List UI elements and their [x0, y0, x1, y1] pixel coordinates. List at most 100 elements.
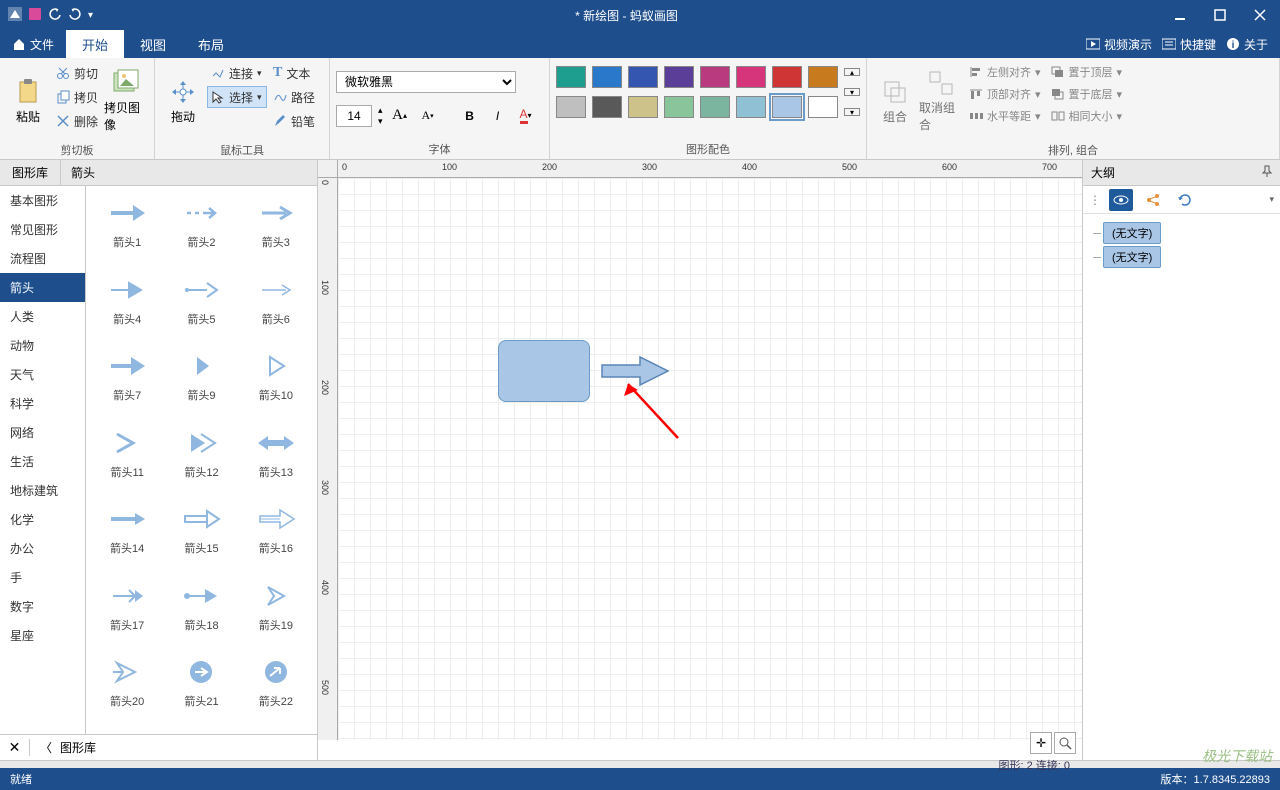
canvas[interactable] [338, 178, 1082, 740]
panel-back-button[interactable]: 〈图形库 [30, 739, 317, 756]
color-swatch[interactable] [556, 66, 586, 88]
copy-image-button[interactable]: 拷贝图像 [104, 62, 148, 140]
panel-close-button[interactable]: ✕ [0, 739, 30, 756]
outline-item-1[interactable]: (无文字) [1103, 222, 1161, 244]
color-swatch[interactable] [700, 96, 730, 118]
italic-button[interactable]: I [487, 105, 509, 127]
menu-start[interactable]: 开始 [66, 30, 124, 58]
color-swatch[interactable] [772, 66, 802, 88]
bring-front-button[interactable]: 置于顶层 ▾ [1047, 62, 1127, 82]
pin-icon[interactable] [1262, 165, 1272, 180]
shape-item[interactable]: 箭头19 [239, 577, 313, 650]
shape-item[interactable]: 箭头15 [164, 500, 238, 573]
size-spinner[interactable]: ▴▾ [378, 105, 383, 127]
shape-item[interactable]: 箭头10 [239, 347, 313, 420]
close-button[interactable] [1240, 0, 1280, 30]
about-link[interactable]: i关于 [1226, 36, 1268, 53]
shape-item[interactable]: 箭头21 [164, 653, 238, 726]
video-demo-link[interactable]: 视频演示 [1086, 36, 1152, 53]
font-color-button[interactable]: A ▾ [515, 105, 537, 127]
text-button[interactable]: T文本 [269, 62, 323, 84]
menu-file[interactable]: 文件 [0, 30, 66, 58]
shape-item[interactable]: 箭头6 [239, 271, 313, 344]
menu-view[interactable]: 视图 [124, 30, 182, 58]
category-item[interactable]: 化学 [0, 505, 85, 534]
outline-item-2[interactable]: (无文字) [1103, 246, 1161, 268]
shape-item[interactable]: 箭头1 [90, 194, 164, 267]
zoom-button[interactable] [1054, 732, 1076, 754]
pencil-button[interactable]: 铅笔 [269, 110, 323, 132]
shape-item[interactable]: 箭头9 [164, 347, 238, 420]
combine-button[interactable]: 组合 [873, 62, 917, 140]
category-item[interactable]: 办公 [0, 534, 85, 563]
category-item[interactable]: 基本图形 [0, 186, 85, 215]
shape-item[interactable]: 箭头5 [164, 271, 238, 344]
connect-button[interactable]: 连接 ▾ [207, 62, 267, 84]
uncombine-button[interactable]: 取消组合 [919, 62, 963, 140]
category-item[interactable]: 人类 [0, 302, 85, 331]
color-swatch[interactable] [736, 66, 766, 88]
color-swatch[interactable] [664, 66, 694, 88]
color-swatch[interactable] [700, 66, 730, 88]
maximize-button[interactable] [1200, 0, 1240, 30]
category-item[interactable]: 生活 [0, 447, 85, 476]
delete-button[interactable]: 删除 [52, 110, 102, 132]
shape-item[interactable]: 箭头16 [239, 500, 313, 573]
category-item[interactable]: 动物 [0, 331, 85, 360]
color-swatch[interactable] [664, 96, 694, 118]
canvas-shape-rect[interactable] [498, 340, 590, 402]
category-item[interactable]: 箭头 [0, 273, 85, 302]
color-more-button[interactable]: ▾ [844, 108, 860, 116]
category-item[interactable]: 流程图 [0, 244, 85, 273]
category-item[interactable]: 常见图形 [0, 215, 85, 244]
share-view-button[interactable] [1141, 189, 1165, 211]
category-item[interactable]: 手 [0, 563, 85, 592]
minimize-button[interactable] [1160, 0, 1200, 30]
h-distribute-button[interactable]: 水平等距 ▾ [965, 106, 1045, 126]
save-icon[interactable] [28, 7, 42, 24]
shape-item[interactable]: 箭头2 [164, 194, 238, 267]
shrink-font-button[interactable]: A▾ [417, 105, 439, 127]
drag-handle-icon[interactable]: ⋮ [1089, 193, 1101, 207]
shape-item[interactable]: 箭头13 [239, 424, 313, 497]
paste-button[interactable]: 粘贴 [6, 62, 50, 140]
font-size-input[interactable] [336, 105, 372, 127]
send-back-button[interactable]: 置于底层 ▾ [1047, 84, 1127, 104]
color-swatch[interactable] [736, 96, 766, 118]
same-size-button[interactable]: 相同大小 ▾ [1047, 106, 1127, 126]
shape-item[interactable]: 箭头12 [164, 424, 238, 497]
shape-item[interactable]: 箭头17 [90, 577, 164, 650]
color-swatch[interactable] [592, 96, 622, 118]
drag-button[interactable]: 拖动 [161, 62, 205, 140]
color-swatch[interactable] [556, 96, 586, 118]
shape-item[interactable]: 箭头7 [90, 347, 164, 420]
shape-item[interactable]: 箭头14 [90, 500, 164, 573]
color-swatch[interactable] [628, 66, 658, 88]
cut-button[interactable]: 剪切 [52, 62, 102, 84]
shortcuts-link[interactable]: 快捷键 [1162, 36, 1216, 53]
panel-menu-icon[interactable]: ▾ [1269, 194, 1274, 205]
category-item[interactable]: 科学 [0, 389, 85, 418]
shape-item[interactable]: 箭头20 [90, 653, 164, 726]
redo-icon[interactable] [68, 7, 82, 24]
undo-icon[interactable] [48, 7, 62, 24]
shape-item[interactable]: 箭头22 [239, 653, 313, 726]
category-item[interactable]: 星座 [0, 621, 85, 650]
shape-item[interactable]: 箭头3 [239, 194, 313, 267]
category-item[interactable]: 网络 [0, 418, 85, 447]
shape-item[interactable]: 箭头18 [164, 577, 238, 650]
shape-item[interactable]: 箭头11 [90, 424, 164, 497]
color-swatch[interactable] [808, 66, 838, 88]
category-item[interactable]: 地标建筑 [0, 476, 85, 505]
color-scroll-down[interactable]: ▾ [844, 88, 860, 96]
menu-layout[interactable]: 布局 [182, 30, 240, 58]
align-left-button[interactable]: 左侧对齐 ▾ [965, 62, 1045, 82]
library-tab[interactable]: 图形库 [0, 160, 61, 185]
color-swatch[interactable] [808, 96, 838, 118]
color-swatch[interactable] [772, 96, 802, 118]
color-swatch[interactable] [592, 66, 622, 88]
category-item[interactable]: 数字 [0, 592, 85, 621]
refresh-button[interactable] [1173, 189, 1197, 211]
copy-button[interactable]: 拷贝 [52, 86, 102, 108]
color-scroll-up[interactable]: ▴ [844, 68, 860, 76]
